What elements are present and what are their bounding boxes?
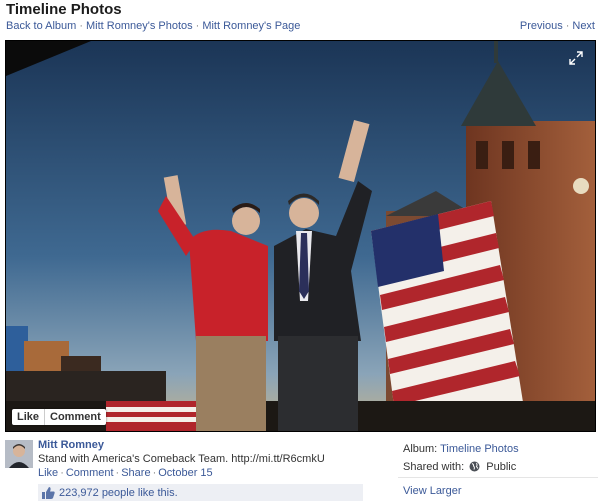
album-label: Album: (403, 443, 438, 455)
author-name[interactable]: Mitt Romney (38, 439, 383, 451)
album-link[interactable]: Timeline Photos (440, 443, 518, 455)
divider (398, 477, 598, 478)
page-title: Timeline Photos (6, 1, 122, 18)
previous-link[interactable]: Previous (520, 20, 563, 32)
photo-like-button[interactable]: Like (12, 409, 44, 425)
privacy-value[interactable]: Public (486, 461, 516, 473)
breadcrumb-separator: · (195, 20, 200, 32)
post-text: Stand with America's Comeback Team. http… (38, 453, 383, 465)
likes-count-text[interactable]: 223,972 people like this. (59, 487, 178, 499)
post-date[interactable]: October 15 (158, 467, 212, 479)
story-actions: Like · Comment · Share · October 15 (38, 467, 383, 479)
thumbs-up-icon (42, 486, 55, 499)
meta-separator: · (60, 467, 64, 479)
share-link[interactable]: Share (121, 467, 150, 479)
album-row: Album: Timeline Photos (403, 443, 598, 455)
photos-link[interactable]: Mitt Romney's Photos (86, 20, 193, 32)
like-link[interactable]: Like (38, 467, 58, 479)
photo-image (6, 41, 595, 431)
likes-summary: 223,972 people like this. (38, 484, 363, 501)
expand-icon[interactable] (569, 51, 583, 65)
comment-link[interactable]: Comment (66, 467, 114, 479)
photo-action-bar: Like Comment (12, 409, 106, 425)
photo-info-panel: Album: Timeline Photos Shared with: Publ… (403, 443, 598, 479)
pager-separator: · (565, 20, 570, 32)
post-link[interactable]: http://mi.tt/R6cmkU (231, 453, 325, 465)
breadcrumb-separator: · (79, 20, 83, 32)
page-link[interactable]: Mitt Romney's Page (202, 20, 300, 32)
story-body: Mitt Romney Stand with America's Comebac… (38, 439, 383, 479)
photo-comment-button[interactable]: Comment (44, 409, 106, 425)
back-to-album-link[interactable]: Back to Album (6, 20, 76, 32)
post-message: Stand with America's Comeback Team. (38, 453, 229, 465)
shared-with-label: Shared with: (403, 461, 465, 473)
privacy-row: Shared with: Public (403, 461, 598, 473)
avatar[interactable] (5, 440, 33, 468)
next-link[interactable]: Next (572, 20, 595, 32)
photo-viewer[interactable]: Like Comment (5, 40, 596, 432)
breadcrumb: Back to Album · Mitt Romney's Photos · Mitt … (6, 20, 300, 32)
globe-icon (469, 461, 480, 472)
view-larger-link[interactable]: View Larger (403, 485, 462, 497)
photo-pager: Previous · Next (520, 20, 595, 32)
